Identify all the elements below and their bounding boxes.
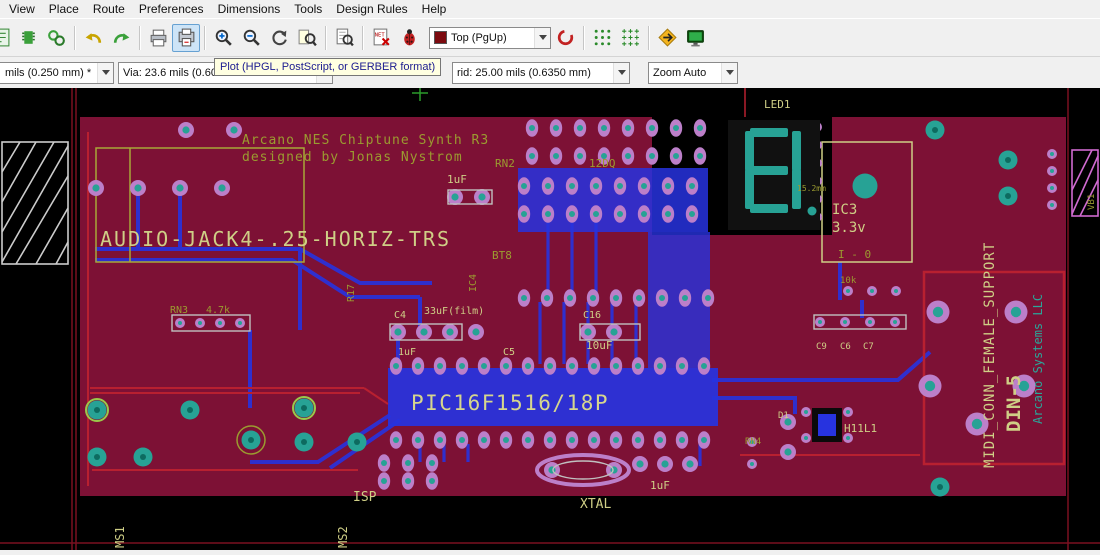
- drc-bug-icon[interactable]: [395, 24, 423, 52]
- grid-dots-icon[interactable]: [588, 24, 616, 52]
- redo-icon[interactable]: [107, 24, 135, 52]
- svg-text:C9: C9: [816, 342, 827, 352]
- menu-bar: View Place Route Preferences Dimensions …: [0, 0, 1100, 18]
- optocoupler-body: [812, 408, 842, 442]
- svg-text:3.3v: 3.3v: [832, 220, 866, 236]
- toolbar-separator: [362, 26, 363, 50]
- main-toolbar: NET Top (PgUp): [0, 18, 1100, 57]
- toolbar-separator: [583, 26, 584, 50]
- via-size-value: Via: 23.6 mils (0.60: [123, 67, 217, 79]
- grid-select[interactable]: rid: 25.00 mils (0.6350 mm): [452, 62, 630, 84]
- library-browser-icon[interactable]: [42, 24, 70, 52]
- svg-text:Arcano NES Chiptune Synth R3: Arcano NES Chiptune Synth R3: [242, 133, 489, 148]
- svg-text:C5: C5: [503, 347, 515, 358]
- svg-text:10k: 10k: [840, 276, 857, 286]
- seven-segment-display: [728, 120, 820, 230]
- track-width-value: mils (0.250 mm) *: [5, 67, 91, 79]
- svg-text:10uF: 10uF: [586, 339, 613, 352]
- menu-dimensions[interactable]: Dimensions: [211, 1, 288, 17]
- svg-text:LED1: LED1: [764, 98, 791, 111]
- toolbar-separator: [74, 26, 75, 50]
- menu-help[interactable]: Help: [415, 1, 454, 17]
- svg-text:IC4: IC4: [468, 274, 479, 292]
- 3d-viewer-icon[interactable]: [681, 24, 709, 52]
- menu-preferences[interactable]: Preferences: [132, 1, 211, 17]
- track-width-arrow[interactable]: [97, 63, 113, 83]
- svg-text:C4: C4: [394, 310, 406, 321]
- svg-text:1uF: 1uF: [398, 347, 416, 358]
- svg-text:1uF: 1uF: [650, 479, 670, 492]
- plot-tooltip: Plot (HPGL, PostScript, or GERBER format…: [214, 58, 441, 76]
- find-icon[interactable]: [330, 24, 358, 52]
- svg-text:RN4: RN4: [745, 437, 761, 447]
- svg-text:RN2: RN2: [495, 157, 515, 170]
- new-board-icon[interactable]: [0, 24, 14, 52]
- undo-icon[interactable]: [79, 24, 107, 52]
- netlist-icon[interactable]: NET: [367, 24, 395, 52]
- zoom-out-icon[interactable]: [237, 24, 265, 52]
- svg-text:PIC16F1516/18P: PIC16F1516/18P: [411, 391, 609, 415]
- svg-text:R17: R17: [346, 284, 357, 302]
- zoom-value: Zoom Auto: [653, 67, 706, 79]
- svg-text:15.2mm: 15.2mm: [797, 184, 826, 193]
- toolbar-separator: [139, 26, 140, 50]
- svg-text:VB1: VB1: [1087, 194, 1097, 210]
- layer-select-value: Top (PgUp): [451, 32, 507, 44]
- svg-text:I - 0: I - 0: [838, 248, 871, 261]
- print-icon[interactable]: [144, 24, 172, 52]
- menu-route[interactable]: Route: [86, 1, 132, 17]
- toolbar-separator: [325, 26, 326, 50]
- grid-arrow[interactable]: [613, 63, 629, 83]
- plot-icon[interactable]: [172, 24, 200, 52]
- menu-view[interactable]: View: [2, 1, 42, 17]
- ratsnest-mode-icon[interactable]: [653, 24, 681, 52]
- grid-crosses-icon[interactable]: [616, 24, 644, 52]
- menu-design-rules[interactable]: Design Rules: [329, 1, 414, 17]
- controls-bar: mils (0.250 mm) * Via: 23.6 mils (0.60 r…: [0, 57, 1100, 88]
- svg-text:designed by Jonas Nystrom: designed by Jonas Nystrom: [242, 150, 463, 165]
- toolbar-separator: [648, 26, 649, 50]
- svg-text:MIDI_CONN_FEMALE_SUPPORT: MIDI_CONN_FEMALE_SUPPORT: [982, 242, 998, 468]
- zoom-select[interactable]: Zoom Auto: [648, 62, 738, 84]
- svg-text:D1: D1: [778, 411, 789, 421]
- layer-select[interactable]: Top (PgUp): [429, 27, 551, 49]
- svg-text:33uF(film): 33uF(film): [424, 306, 484, 317]
- svg-text:Arcano Systems LLC: Arcano Systems LLC: [1031, 294, 1045, 424]
- zoom-in-icon[interactable]: [209, 24, 237, 52]
- netlist-icon-label: NET: [374, 32, 385, 38]
- svg-text:AUDIO-JACK4-.25-HORIZ-TRS: AUDIO-JACK4-.25-HORIZ-TRS: [100, 227, 451, 251]
- grid-value: rid: 25.00 mils (0.6350 mm): [457, 67, 591, 79]
- svg-text:DIN-5: DIN-5: [1003, 375, 1025, 432]
- zoom-arrow[interactable]: [721, 63, 737, 83]
- svg-text:RN3: RN3: [170, 305, 188, 316]
- svg-text:BT8: BT8: [492, 249, 512, 262]
- menu-tools[interactable]: Tools: [287, 1, 329, 17]
- pcb-drawing: Arcano NES Chiptune Synth R3 designed by…: [0, 88, 1100, 550]
- layer-color-swatch: [434, 31, 447, 44]
- svg-text:12DQ: 12DQ: [589, 157, 616, 170]
- highlight-net-icon[interactable]: [551, 24, 579, 52]
- svg-text:C7: C7: [863, 342, 874, 352]
- svg-text:ISP: ISP: [353, 490, 377, 505]
- svg-text:C16: C16: [583, 310, 601, 321]
- svg-text:MS1: MS1: [113, 526, 127, 548]
- pcb-editor-canvas[interactable]: Arcano NES Chiptune Synth R3 designed by…: [0, 88, 1100, 550]
- svg-text:H11L1: H11L1: [844, 422, 877, 435]
- zoom-fit-icon[interactable]: [293, 24, 321, 52]
- svg-text:1uF: 1uF: [447, 173, 467, 186]
- anchor-cross: [412, 88, 428, 101]
- track-width-select[interactable]: mils (0.250 mm) *: [0, 62, 114, 84]
- footprint-editor-icon[interactable]: [14, 24, 42, 52]
- svg-text:C6: C6: [840, 342, 851, 352]
- refresh-icon[interactable]: [265, 24, 293, 52]
- toolbar-separator: [204, 26, 205, 50]
- svg-text:4.7k: 4.7k: [206, 305, 230, 316]
- svg-text:XTAL: XTAL: [580, 497, 611, 512]
- audio-jack-body-outline: [2, 142, 68, 264]
- svg-text:IC3: IC3: [832, 202, 857, 218]
- svg-text:MS2: MS2: [336, 526, 350, 548]
- layer-select-arrow[interactable]: [534, 28, 550, 48]
- menu-place[interactable]: Place: [42, 1, 86, 17]
